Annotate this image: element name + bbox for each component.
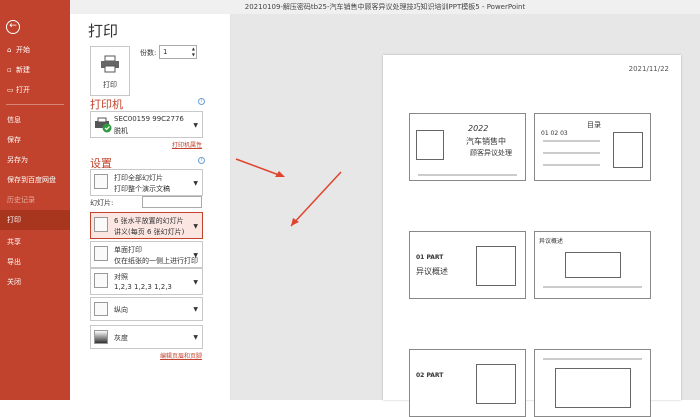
sidebar-item-export[interactable]: 导出 [0,252,70,272]
printer-status: 脱机 [114,127,128,135]
home-icon: ⌂ [7,46,12,54]
sidebar-item-info[interactable]: 信息 [0,110,70,130]
collate-dropdown[interactable]: 对照 1,2,3 1,2,3 1,2,3 ▼ [90,268,203,295]
printer-dropdown[interactable]: SEC00159 99C2776 脱机 ▼ [90,111,203,138]
portrait-icon [94,302,108,316]
copies-stepper[interactable]: 1 ▲ ▼ [159,45,197,59]
print-preview-area: 2021/11/22 2022 汽车销售中 顾客异议处理 目录 01 02 03… [231,14,700,417]
print-range-desc: 打印整个演示文稿 [114,185,170,193]
sides-desc: 仅在纸张的一侧上进行打印 [114,257,198,265]
backstage-sidebar: ← ⌂ 开始 ▫ 新建 ▭ 打开 信息 保存 另存为 保存到百度网盘 历史记录 打印 … [0,0,70,400]
orientation-title: 纵向 [114,306,128,314]
grayscale-icon [94,330,108,344]
collate-title: 对照 [114,273,128,281]
print-button-label: 打印 [103,81,117,89]
sidebar-item-print[interactable]: 打印 [0,210,70,230]
spin-arrows-icon[interactable]: ▲ ▼ [192,46,195,58]
copies-label: 份数: [140,49,157,57]
printer-section-title: 打印机 [90,98,123,111]
edit-header-footer-link[interactable]: 编辑页眉和页脚 [160,351,202,360]
new-file-icon: ▫ [7,66,12,74]
printer-properties-link[interactable]: 打印机属性 [172,140,202,149]
one-sided-icon [94,246,108,261]
sides-dropdown[interactable]: 单面打印 仅在纸张的一侧上进行打印 ▼ [90,241,203,268]
layout-title: 6 张水平放置的幻灯片 [114,217,184,225]
chevron-down-icon: ▼ [193,179,198,187]
printer-icon [101,55,119,73]
info-icon[interactable]: i [198,157,205,164]
chevron-down-icon: ▼ [193,222,198,230]
chevron-down-icon: ▼ [193,251,198,259]
orientation-dropdown[interactable]: 纵向 ▼ [90,297,203,321]
arrow-to-layout [290,171,342,227]
print-panel: 打印 打印 份数: 1 ▲ ▼ 打印机 i SEC00159 99C2776 脱机… [70,14,700,417]
chevron-down-icon: ▼ [193,121,198,129]
layout-desc: 讲义(每页 6 张幻灯片) [114,228,185,236]
annotation-arrows [235,158,342,227]
chevron-down-icon: ▼ [193,278,198,286]
slides-input[interactable] [142,196,202,208]
chevron-down-icon: ▼ [193,334,198,341]
arrow-to-preview [235,158,280,176]
sidebar-item-share[interactable]: 共享 [0,232,70,252]
back-arrow-icon[interactable]: ← [6,20,20,34]
chevron-down-icon: ▼ [193,306,198,313]
slides-label: 幻灯片: [90,199,114,207]
print-button[interactable]: 打印 [90,46,130,96]
sidebar-item-save[interactable]: 保存 [0,130,70,150]
sidebar-item-open[interactable]: ▭ 打开 [0,80,70,100]
sidebar-divider [6,104,64,105]
collate-desc: 1,2,3 1,2,3 1,2,3 [114,283,172,291]
sides-title: 单面打印 [114,246,142,254]
printer-offline-icon [95,117,112,133]
handout-layout-icon [94,217,108,232]
print-range-dropdown[interactable]: 打印全部幻灯片 打印整个演示文稿 ▼ [90,169,203,196]
color-title: 灰度 [114,334,128,342]
layout-dropdown[interactable]: 6 张水平放置的幻灯片 讲义(每页 6 张幻灯片) ▼ [90,212,203,239]
printer-name: SEC00159 99C2776 [114,115,184,123]
open-folder-icon: ▭ [7,86,14,94]
sidebar-item-new[interactable]: ▫ 新建 [0,60,70,80]
color-dropdown[interactable]: 灰度 ▼ [90,325,203,349]
sidebar-item-home[interactable]: ⌂ 开始 [0,40,70,60]
print-range-title: 打印全部幻灯片 [114,174,163,182]
collate-icon [94,273,108,288]
slides-stack-icon [94,174,108,189]
info-icon[interactable]: i [198,98,205,105]
sidebar-item-history[interactable]: 历史记录 [0,190,70,210]
window-title: 20210109-解压密码tb25-汽车销售中顾客异议处理技巧知识培训PPT模板… [70,0,700,14]
page-title: 打印 [88,22,119,40]
sidebar-item-close[interactable]: 关闭 [0,272,70,292]
copies-value: 1 [163,48,168,56]
sidebar-item-save-to-baidu[interactable]: 保存到百度网盘 [0,170,70,190]
sidebar-item-save-as[interactable]: 另存为 [0,150,70,170]
